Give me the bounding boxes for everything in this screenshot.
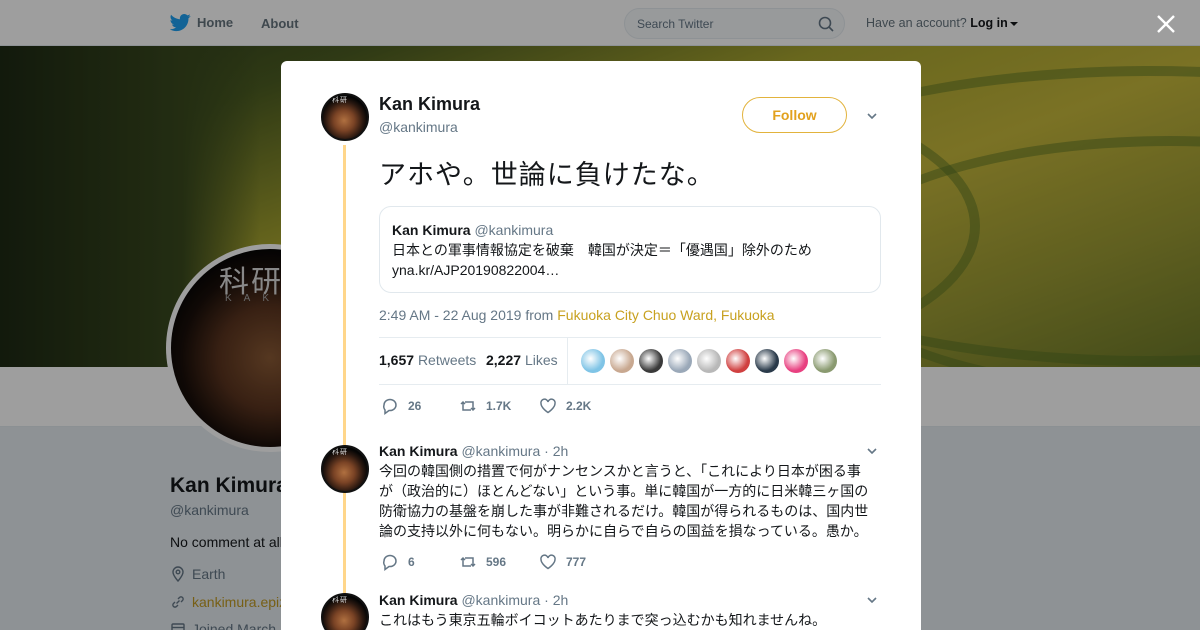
retweet-icon bbox=[460, 556, 476, 568]
quoted-text-line1: 日本との軍事情報協定を破棄 韓国が決定＝「優遇国」除外のため bbox=[392, 242, 812, 258]
tweet-author-name[interactable]: Kan Kimura bbox=[379, 94, 480, 115]
heart-icon bbox=[540, 554, 556, 570]
tweet-time[interactable]: 2:49 AM - 22 Aug 2019 from bbox=[379, 307, 553, 323]
liker-avatar[interactable] bbox=[668, 349, 692, 373]
reply-count: 6 bbox=[408, 555, 415, 569]
liker-avatar[interactable] bbox=[726, 349, 750, 373]
reply-text: 今回の韓国側の措置で何がナンセンスかと言うと、「これにより日本が困る事 が（政治… bbox=[379, 461, 879, 541]
retweets-stat[interactable]: 1,657 Retweets bbox=[379, 352, 476, 368]
reply-time[interactable]: · 2h bbox=[544, 592, 568, 608]
retweet-count: 596 bbox=[486, 555, 507, 569]
tweet-place-link[interactable]: Fukuoka City Chuo Ward, Fukuoka bbox=[557, 307, 774, 323]
tweet-stats: 1,657 Retweets 2,227 Likes bbox=[379, 337, 881, 385]
quoted-author-handle: @kankimura bbox=[474, 222, 554, 238]
like-count: 777 bbox=[566, 555, 587, 569]
retweet-icon bbox=[460, 400, 476, 412]
quoted-text-line2: yna.kr/AJP20190822004… bbox=[392, 262, 560, 278]
thread-line bbox=[343, 145, 346, 630]
reply-header: Kan Kimura @kankimura · 2h bbox=[379, 592, 568, 608]
retweet-button[interactable]: 1.7K bbox=[459, 397, 511, 415]
liker-avatar[interactable] bbox=[697, 349, 721, 373]
reply-icon bbox=[383, 398, 397, 415]
follow-button[interactable]: Follow bbox=[742, 97, 847, 133]
chevron-down-icon[interactable] bbox=[867, 448, 877, 454]
reply-author-name[interactable]: Kan Kimura bbox=[379, 443, 458, 459]
reply-count: 26 bbox=[408, 399, 422, 413]
liker-avatar[interactable] bbox=[639, 349, 663, 373]
close-icon[interactable] bbox=[1156, 14, 1176, 34]
reply-text-line: 防衛協力の基盤を崩した事が非難されるだけ。韓国が得られるものは、国内世 bbox=[379, 503, 869, 519]
chevron-down-icon[interactable] bbox=[867, 113, 877, 119]
reply-text-line: 論の支持以外に何もない。明らかに自らで自らの国益を損なっている。愚か。 bbox=[379, 523, 868, 539]
liker-avatar[interactable] bbox=[581, 349, 605, 373]
chevron-down-icon[interactable] bbox=[867, 597, 877, 603]
likes-count: 2,227 bbox=[486, 352, 522, 368]
reply-text: これはもう東京五輪ボイコットあたりまで突っ込むかも知れませんね。 bbox=[379, 610, 879, 630]
reply-text-line: が（政治的に）ほとんどない」という事。単に韓国が一方的に日米韓三ヶ国の bbox=[379, 483, 869, 499]
liker-avatar[interactable] bbox=[755, 349, 779, 373]
tweet-text: アホや。世論に負けたな。 bbox=[379, 160, 715, 190]
tweet-modal: 科研 Kan Kimura @kankimura Follow アホや。世論に負… bbox=[281, 61, 921, 630]
reply-header: Kan Kimura @kankimura · 2h bbox=[379, 443, 568, 459]
tweet-timestamp: 2:49 AM - 22 Aug 2019 from Fukuoka City … bbox=[379, 307, 775, 323]
like-button[interactable]: 2.2K bbox=[539, 397, 591, 415]
quoted-tweet[interactable]: Kan Kimura @kankimura 日本との軍事情報協定を破棄 韓国が決… bbox=[379, 206, 881, 293]
reply-button[interactable]: 6 bbox=[381, 553, 415, 571]
reply-icon bbox=[383, 554, 397, 571]
reply-text-line: これはもう東京五輪ボイコットあたりまで突っ込むかも知れませんね。 bbox=[379, 612, 827, 628]
retweets-count: 1,657 bbox=[379, 352, 415, 368]
tweet-avatar[interactable]: 科研 bbox=[321, 93, 369, 141]
likes-label: Likes bbox=[524, 352, 558, 368]
retweets-label: Retweets bbox=[417, 352, 477, 368]
reply-author-handle[interactable]: @kankimura bbox=[461, 592, 540, 608]
heart-icon bbox=[540, 398, 556, 414]
reply-time[interactable]: · 2h bbox=[544, 443, 568, 459]
reply-button[interactable]: 26 bbox=[381, 397, 421, 415]
likes-stat[interactable]: 2,227 Likes bbox=[486, 352, 558, 368]
retweet-button[interactable]: 596 bbox=[459, 553, 506, 571]
like-button[interactable]: 777 bbox=[539, 553, 586, 571]
reply-avatar[interactable]: 科研 bbox=[321, 445, 369, 493]
tweet-author-handle[interactable]: @kankimura bbox=[379, 119, 458, 135]
reply-avatar[interactable]: 科研 bbox=[321, 593, 369, 630]
liker-avatar[interactable] bbox=[610, 349, 634, 373]
reply-text-line: 今回の韓国側の措置で何がナンセンスかと言うと、「これにより日本が困る事 bbox=[379, 463, 861, 479]
reply-author-handle[interactable]: @kankimura bbox=[461, 443, 540, 459]
like-count: 2.2K bbox=[566, 399, 592, 413]
reply-author-name[interactable]: Kan Kimura bbox=[379, 592, 458, 608]
liker-avatar[interactable] bbox=[813, 349, 837, 373]
quoted-author-name: Kan Kimura bbox=[392, 222, 471, 238]
retweet-count: 1.7K bbox=[486, 399, 512, 413]
liker-avatar[interactable] bbox=[784, 349, 808, 373]
